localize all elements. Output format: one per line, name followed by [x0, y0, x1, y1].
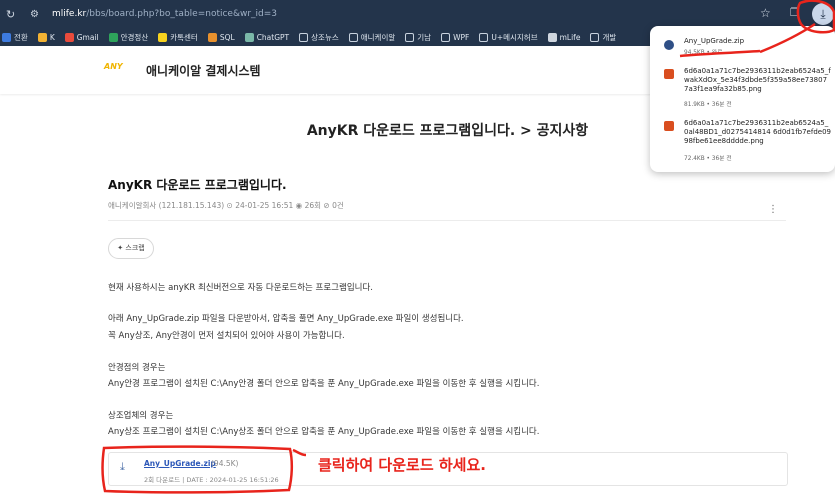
bookmark-icon	[207, 32, 217, 42]
folder-icon	[479, 32, 489, 42]
chatgpt-icon	[244, 32, 254, 42]
image-file-icon	[664, 69, 674, 79]
attachment-size: (94.5K)	[211, 459, 239, 468]
extensions-icon[interactable]: ❐	[790, 6, 800, 19]
site-logo[interactable]: ANY	[104, 62, 123, 71]
downloads-panel	[650, 26, 835, 172]
post-body-line: 아래 Any_UpGrade.zip 파일을 다운받아서, 압축을 풀면 Any…	[108, 314, 464, 324]
bookmark-item[interactable]: 상조뉴스	[299, 32, 339, 43]
bookmark-item[interactable]: 안경정산	[108, 32, 148, 43]
scrap-button[interactable]: ✦ 스크랩	[108, 238, 154, 259]
bookmark-item[interactable]: 카톡센터	[158, 32, 198, 43]
download-icon[interactable]: ⤓	[120, 460, 125, 474]
folder-icon	[405, 32, 415, 42]
gmail-icon	[64, 32, 74, 42]
download-item-status: 94.5KB • 완료	[684, 50, 723, 56]
site-title[interactable]: 애니케이알 결제시스템	[146, 62, 261, 79]
folder-icon	[441, 32, 451, 42]
bookmark-icon	[158, 32, 168, 42]
post-body-line: 현재 사용하시는 anyKR 최신버전으로 자동 다운로드하는 프로그램입니다.	[108, 283, 373, 293]
download-item-name[interactable]: 6d6a0a1a71c7be2936311b2eab6524a5_f wakXd…	[684, 67, 831, 94]
bookmark-item[interactable]: 전환	[2, 32, 28, 43]
reload-icon[interactable]: ↻	[6, 8, 18, 21]
download-item-status: 81.9KB • 36분 전	[684, 102, 732, 108]
bookmark-star-icon[interactable]: ☆	[760, 6, 771, 20]
bookmark-item[interactable]: ChatGPT	[244, 32, 289, 42]
download-item-name[interactable]: Any_UpGrade.zip	[684, 37, 744, 46]
post-meta: 애니케이알회사 (121.181.15.143) ⊙ 24-01-25 16:5…	[108, 201, 344, 210]
pin-icon: ✦	[117, 244, 124, 252]
site-info-icon[interactable]: ⚙	[30, 9, 42, 20]
bookmark-icon	[37, 32, 47, 42]
post-body-line: Any상조 프로그램이 설치된 C:\Any상조 폴더 안으로 압축을 푼 An…	[108, 427, 540, 437]
bookmark-item[interactable]: 개발	[590, 32, 616, 43]
bookmark-icon	[2, 32, 11, 42]
bookmark-item[interactable]: K	[37, 32, 55, 42]
address-bar[interactable]: ↻ ⚙ mlife.kr /bbs/board.php?bo_table=not…	[0, 0, 277, 28]
bookmark-icon	[108, 32, 118, 42]
bookmark-item[interactable]: SQL	[207, 32, 235, 42]
bookmark-item[interactable]: mLife	[547, 32, 580, 42]
folder-icon	[590, 32, 600, 42]
bookmark-item[interactable]: 기남	[405, 32, 431, 43]
download-item-name[interactable]: 6d6a0a1a71c7be2936311b2eab6524a5_ 0al48B…	[684, 119, 831, 146]
url-host: mlife.kr	[52, 9, 87, 19]
post-body-line: 안경점의 경우는	[108, 363, 166, 373]
bookmark-item[interactable]: Gmail	[64, 32, 99, 42]
post-body-line: Any안경 프로그램이 설치된 C:\Any안경 폴더 안으로 압축을 푼 An…	[108, 379, 540, 389]
divider	[108, 220, 786, 221]
download-icon: ⤓	[820, 7, 826, 21]
bookmark-item[interactable]: 애니케이알	[348, 32, 395, 43]
more-options-icon[interactable]: ⋮	[768, 204, 778, 215]
download-item-status: 72.4KB • 36분 전	[684, 156, 732, 162]
bookmark-item[interactable]: U+메시지허브	[479, 32, 538, 43]
attachment-info: 2회 다운로드 | DATE : 2024-01-25 16:51:26	[144, 476, 279, 484]
post-title: AnyKR 다운로드 프로그램입니다.	[108, 178, 287, 192]
downloads-button[interactable]: ⤓	[812, 3, 834, 25]
bookmark-icon	[547, 32, 557, 42]
folder-icon	[299, 32, 309, 42]
bookmark-item[interactable]: WPF	[441, 32, 469, 42]
folder-icon	[348, 32, 358, 42]
url-path: /bbs/board.php?bo_table=notice&wr_id=3	[86, 9, 278, 19]
annotation-text: 클릭하여 다운로드 하세요.	[318, 456, 486, 474]
image-file-icon	[664, 121, 674, 131]
attachment-link[interactable]: Any_UpGrade.zip	[144, 459, 216, 468]
post-body-line: 상조업체의 경우는	[108, 411, 174, 421]
post-body-line: 꼭 Any상조, Any안경이 먼저 설치되어 있어야 사용이 가능합니다.	[108, 331, 345, 341]
zip-file-icon	[664, 40, 674, 50]
